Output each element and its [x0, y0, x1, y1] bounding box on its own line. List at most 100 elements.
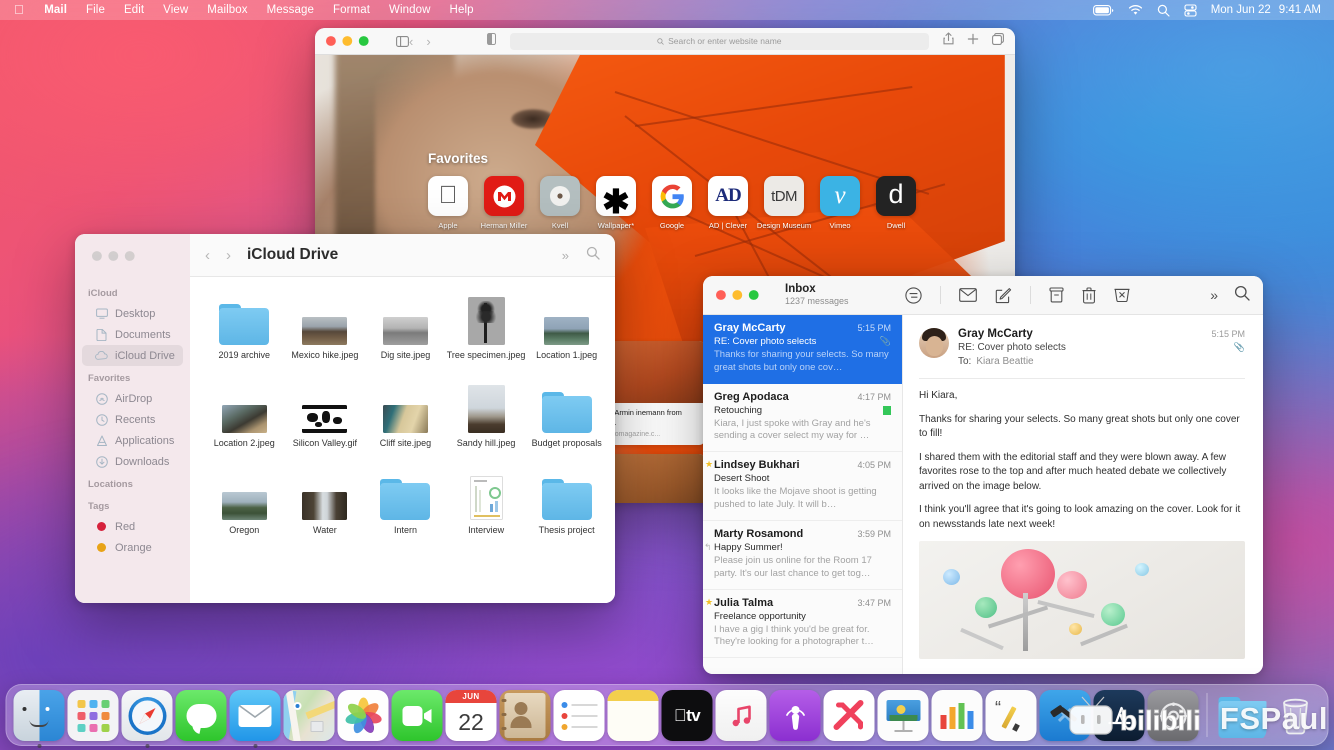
downloads-folder-icon[interactable] — [1216, 690, 1267, 741]
dock-item-finder[interactable] — [13, 690, 65, 748]
forward-icon[interactable]: › — [226, 247, 231, 264]
message-list-item[interactable]: ↰ Marty Rosamond 3:59 PM Happy Summer! P… — [703, 521, 902, 590]
more-icon[interactable]: » — [562, 248, 569, 263]
file-item-cliff-site[interactable]: Cliff site.jpeg — [365, 377, 446, 450]
system-preferences-icon[interactable] — [1147, 690, 1199, 741]
back-icon[interactable]: ‹ — [409, 34, 413, 49]
sidebar-item-recents[interactable]: Recents — [82, 409, 183, 430]
minimize-button[interactable] — [342, 36, 353, 46]
sidebar-item-applications[interactable]: Applications — [82, 430, 183, 451]
mail-icon[interactable] — [229, 690, 281, 741]
file-item-oregon[interactable]: Oregon — [204, 464, 285, 537]
safari-window-controls[interactable] — [326, 36, 369, 46]
sidebar-item-downloads[interactable]: Downloads — [82, 451, 183, 472]
junk-icon[interactable] — [1105, 287, 1139, 303]
file-item-tree-specimen[interactable]: Tree specimen.jpeg — [446, 289, 527, 362]
menu-item-file[interactable]: File — [77, 4, 115, 16]
close-button[interactable] — [92, 250, 102, 261]
dock-item-pages[interactable]: “ — [985, 690, 1037, 741]
maximize-button[interactable] — [358, 36, 369, 46]
dock-item-messages[interactable] — [175, 690, 227, 741]
favorite-kvell[interactable]: Kvell — [540, 176, 580, 230]
archive-icon[interactable] — [1040, 287, 1073, 303]
menu-item-format[interactable]: Format — [324, 4, 380, 16]
sidebar-tag-orange[interactable]: Orange — [82, 537, 183, 558]
file-item-intern[interactable]: Intern — [365, 464, 446, 537]
menu-item-mailbox[interactable]: Mailbox — [198, 4, 257, 16]
message-list-item[interactable]: Gray McCarty 5:15 PM RE: Cover photo sel… — [703, 315, 902, 384]
finder-window-controls[interactable] — [92, 250, 135, 261]
favorite-design-museum[interactable]: tDM Design Museum — [757, 176, 811, 230]
favorite-ad-clever[interactable]: AD AD | Clever — [708, 176, 748, 230]
compose-icon[interactable] — [986, 287, 1021, 304]
trash-icon[interactable] — [1270, 690, 1321, 741]
minimize-button[interactable] — [108, 250, 119, 261]
maps-icon[interactable] — [283, 690, 335, 741]
address-bar[interactable]: Search or enter website name — [509, 32, 929, 50]
music-icon[interactable] — [715, 690, 767, 741]
numbers-icon[interactable] — [931, 690, 983, 741]
file-item-budget-proposals[interactable]: Budget proposals — [526, 377, 607, 450]
keynote-icon[interactable] — [877, 690, 929, 741]
battery-icon[interactable] — [1092, 4, 1114, 16]
safari-navigation[interactable]: ‹ › — [409, 34, 431, 49]
message-list-item[interactable]: ★ Julia Talma 3:47 PM Freelance opportun… — [703, 590, 902, 659]
mail-window[interactable]: Inbox 1237 messages » Gray McCarty 5:15 … — [703, 276, 1263, 674]
menu-item-window[interactable]: Window — [380, 4, 441, 16]
sidebar-item-airdrop[interactable]: AirDrop — [82, 388, 183, 409]
dock-item-launchpad[interactable] — [67, 690, 119, 741]
favorite-google[interactable]: Google — [652, 176, 692, 230]
menu-item-message[interactable]: Message — [257, 4, 323, 16]
dock-item-appletv[interactable]: tv — [661, 690, 713, 741]
file-item-location-2[interactable]: Location 2.jpeg — [204, 377, 285, 450]
safari-icon[interactable] — [121, 690, 173, 741]
pages-icon[interactable]: “ — [985, 690, 1037, 741]
close-button[interactable] — [326, 36, 336, 46]
calendar-icon[interactable]: JUN 22 — [445, 690, 497, 741]
podcasts-icon[interactable] — [769, 690, 821, 741]
menu-app-name[interactable]: Mail — [35, 4, 77, 16]
dock-item-podcasts[interactable] — [769, 690, 821, 741]
file-item-location-1[interactable]: Location 1.jpeg — [526, 289, 607, 362]
dock-item-system-preferences[interactable] — [1147, 690, 1199, 741]
dock-item-xcode[interactable]: ✕ — [1039, 690, 1091, 741]
dock-item-trash[interactable] — [1270, 690, 1321, 741]
dock-item-mail[interactable] — [229, 690, 281, 748]
file-item-sandy-hill[interactable]: Sandy hill.jpeg — [446, 377, 527, 450]
control-center-icon[interactable] — [1184, 3, 1197, 17]
share-icon[interactable] — [943, 32, 954, 50]
tab-overview-icon[interactable] — [992, 32, 1004, 50]
menu-item-view[interactable]: View — [154, 4, 198, 16]
search-icon[interactable] — [586, 246, 600, 265]
sidebar-tag-red[interactable]: Red — [82, 516, 183, 537]
message-list-item[interactable]: ★ Lindsey Bukhari 4:05 PM Desert Shoot I… — [703, 452, 902, 521]
favorite-wallpaper[interactable]: ✱ Wallpaper* — [596, 176, 636, 230]
favorite-vimeo[interactable]: v Vimeo — [820, 176, 860, 230]
dock-item-contacts[interactable] — [499, 690, 551, 741]
reader-icon[interactable] — [486, 32, 496, 50]
mail-window-controls[interactable] — [716, 290, 759, 300]
finder-nav[interactable]: ‹ › — [205, 247, 231, 264]
menu-bar-clock[interactable]: Mon Jun 22 9:41 AM — [1211, 4, 1321, 16]
dock-item-appstore[interactable] — [1093, 690, 1145, 741]
xcode-icon[interactable]: ✕ — [1039, 690, 1091, 741]
dock-item-maps[interactable] — [283, 690, 335, 741]
new-tab-icon[interactable] — [967, 32, 979, 50]
file-item-2019-archive[interactable]: 2019 archive — [204, 289, 285, 362]
dock-item-facetime[interactable] — [391, 690, 443, 741]
minimize-button[interactable] — [732, 290, 743, 300]
contacts-icon[interactable] — [499, 690, 551, 741]
dock-item-notes[interactable] — [607, 690, 659, 741]
search-icon[interactable] — [1157, 4, 1170, 17]
menu-item-help[interactable]: Help — [440, 4, 483, 16]
reminders-icon[interactable] — [553, 690, 605, 741]
file-item-dig-site[interactable]: Dig site.jpeg — [365, 289, 446, 362]
facetime-icon[interactable] — [391, 690, 443, 741]
dock-item-news[interactable] — [823, 690, 875, 741]
dock-item-keynote[interactable] — [877, 690, 929, 741]
dock-item-photos[interactable] — [337, 690, 389, 741]
photos-icon[interactable] — [337, 690, 389, 741]
search-icon[interactable] — [1234, 285, 1250, 306]
apple-logo-icon[interactable]:  — [9, 3, 35, 16]
message-list-item[interactable]: Greg Apodaca 4:17 PM Retouching Kiara, I… — [703, 384, 902, 453]
